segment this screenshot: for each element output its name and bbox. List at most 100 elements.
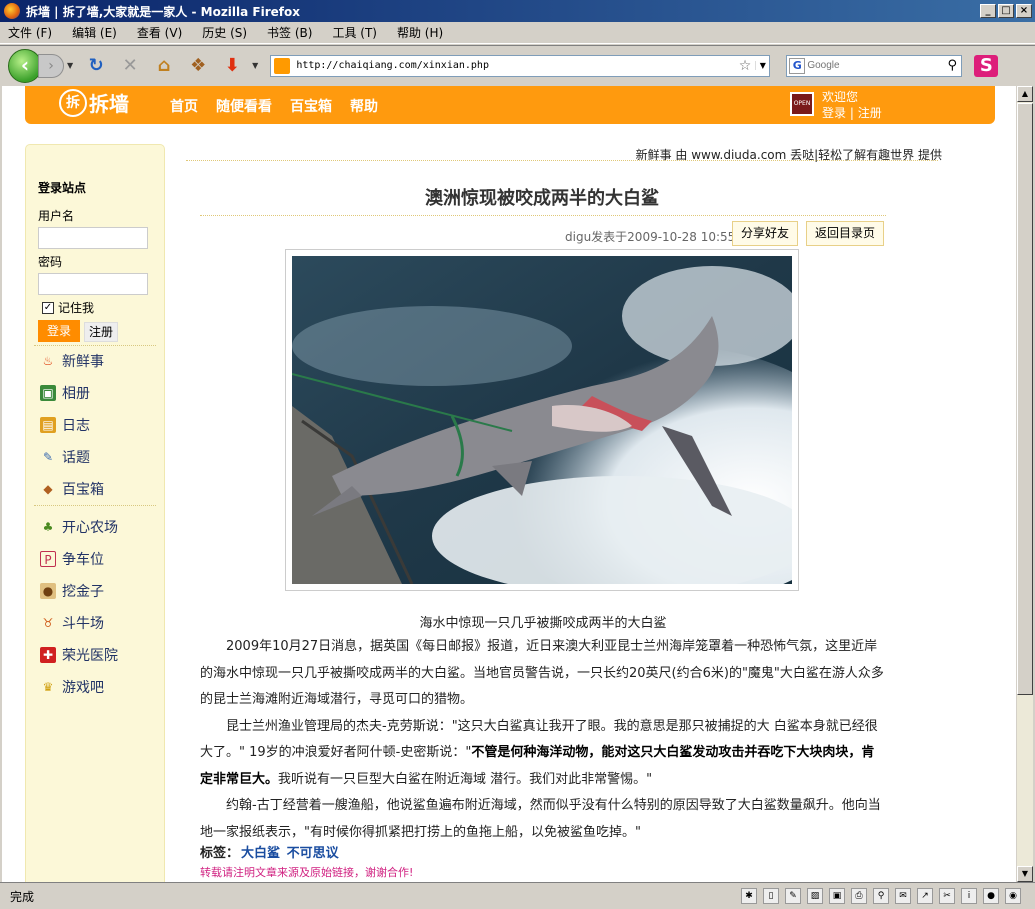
close-button[interactable]: ×	[1016, 4, 1032, 18]
menu-help[interactable]: 帮助 (H)	[397, 24, 443, 41]
url-dropdown-icon[interactable]: ▼	[755, 61, 769, 70]
sidebar-item-label: 百宝箱	[62, 482, 104, 498]
paragraph-text: 我听说有一只巨型大白鲨在附近海域 潜行。我们对此非常警惕。"	[278, 771, 653, 787]
remember-me[interactable]: ✓ 记住我	[42, 299, 94, 316]
remember-checkbox[interactable]: ✓	[42, 301, 54, 314]
stop-icon[interactable]: ✕	[119, 55, 141, 77]
back-arrow-icon[interactable]: ‹	[8, 48, 42, 83]
sidebar-item-news[interactable]: ♨ 新鲜事	[40, 351, 104, 371]
menu-file[interactable]: 文件 (F)	[8, 24, 52, 41]
search-bar[interactable]: G ⚲	[786, 54, 963, 77]
sidebar-item-label: 游戏吧	[62, 680, 104, 696]
mail-icon[interactable]: ✉	[895, 888, 911, 904]
nav-browse[interactable]: 随便看看	[216, 96, 272, 116]
firefox-icon	[4, 3, 20, 19]
sidebar-item-label: 新鲜事	[62, 354, 104, 370]
sidebar-item-hospital[interactable]: ✚ 荣光医院	[40, 645, 118, 665]
back-to-list-button[interactable]: 返回目录页	[806, 221, 884, 246]
chat-icon: ✎	[42, 450, 54, 464]
share-button[interactable]: 分享好友	[732, 221, 798, 246]
scroll-thumb[interactable]	[1017, 103, 1033, 695]
username-input[interactable]	[38, 227, 148, 249]
menu-tools[interactable]: 工具 (T)	[332, 24, 377, 41]
photo-icon: ▣	[40, 385, 56, 401]
vertical-scrollbar[interactable]: ▲ ▼	[1016, 86, 1033, 882]
password-input[interactable]	[38, 273, 148, 295]
bookmark-star-icon[interactable]: ☆	[739, 58, 752, 74]
tools-icon[interactable]: ✂	[939, 888, 955, 904]
sidebar-item-bullfight[interactable]: ♉ 斗牛场	[40, 613, 104, 633]
sidebar-item-label: 荣光医院	[62, 648, 118, 664]
info-icon[interactable]: i	[961, 888, 977, 904]
sidebar-item-album[interactable]: ▣ 相册	[40, 383, 90, 403]
gold-icon: ●	[40, 583, 56, 599]
minimize-button[interactable]: _	[980, 4, 996, 18]
google-icon[interactable]: G	[789, 57, 806, 74]
save-icon[interactable]: ▣	[829, 888, 845, 904]
header-register-link[interactable]: 注册	[858, 106, 882, 120]
tag-link[interactable]: 大白鲨	[241, 846, 280, 861]
bug-icon[interactable]: ✱	[741, 888, 757, 904]
sidebar-item-farm[interactable]: ♣ 开心农场	[40, 517, 118, 537]
site-logo[interactable]: 拆 拆墙	[59, 88, 129, 117]
nav-toolbox[interactable]: 百宝箱	[290, 96, 332, 116]
sidebar-item-blog[interactable]: ▤ 日志	[40, 415, 90, 435]
bull-icon: ♉	[42, 616, 54, 630]
window-titlebar: 拆墙 | 拆了墙,大家就是一家人 - Mozilla Firefox _ □ ×	[0, 0, 1035, 22]
menu-edit[interactable]: 编辑 (E)	[72, 24, 117, 41]
print-icon[interactable]: ⎙	[851, 888, 867, 904]
scroll-down-icon[interactable]: ▼	[1017, 866, 1033, 882]
forward-arrow-icon[interactable]: ›	[38, 53, 64, 78]
article-title: 澳洲惊现被咬成两半的大白鲨	[425, 188, 659, 209]
sidebar-item-games[interactable]: ♛ 游戏吧	[40, 677, 104, 697]
search-icon[interactable]: ⚲	[943, 58, 961, 73]
notebook-icon: ▤	[40, 417, 56, 433]
addon-icon[interactable]: ❖	[187, 55, 209, 77]
logo-text: 拆墙	[89, 92, 129, 116]
s-addon-icon[interactable]: S	[974, 54, 999, 77]
page-icon[interactable]: ▯	[763, 888, 779, 904]
download-icon[interactable]: ⬇	[221, 55, 243, 77]
welcome-text: 欢迎您	[822, 90, 859, 104]
shark-photo	[292, 256, 792, 584]
chart-icon[interactable]: ↗	[917, 888, 933, 904]
image-icon[interactable]: ▨	[807, 888, 823, 904]
stop-sign-icon[interactable]: ●	[983, 888, 999, 904]
article-meta: digu发表于2009-10-28 10:55	[565, 230, 736, 244]
sidebar-item-label: 斗牛场	[62, 616, 104, 632]
article-photo	[285, 249, 799, 591]
tags: 标签： 大白鲨 不可思议	[200, 842, 339, 861]
login-button[interactable]: 登录	[38, 320, 80, 342]
sidebar-item-gold[interactable]: ● 挖金子	[40, 581, 104, 601]
download-dropdown-icon[interactable]: ▼	[252, 61, 258, 70]
home-icon[interactable]: ⌂	[153, 55, 175, 77]
maximize-button[interactable]: □	[998, 4, 1014, 18]
logo-seal-icon: 拆	[59, 88, 87, 117]
reload-icon[interactable]: ↻	[85, 55, 107, 77]
sidebar-title: 登录站点	[38, 181, 87, 195]
zoom-icon[interactable]: ⚲	[873, 888, 889, 904]
tag-link[interactable]: 不可思议	[287, 846, 339, 861]
menu-view[interactable]: 查看 (V)	[137, 24, 182, 41]
menu-bookmarks[interactable]: 书签 (B)	[267, 24, 312, 41]
menu-history[interactable]: 历史 (S)	[202, 24, 247, 41]
scroll-up-icon[interactable]: ▲	[1017, 86, 1033, 102]
sidebar-item-toolbox[interactable]: ◆ 百宝箱	[40, 479, 104, 499]
treasure-icon: ◆	[43, 482, 53, 496]
nav-home[interactable]: 首页	[170, 96, 198, 116]
pencil-icon[interactable]: ✎	[785, 888, 801, 904]
register-button[interactable]: 注册	[84, 322, 118, 342]
remember-label: 记住我	[58, 301, 95, 315]
sidebar-item-label: 话题	[62, 450, 90, 466]
search-input[interactable]	[807, 60, 944, 71]
url-input[interactable]	[296, 60, 739, 71]
nav-help[interactable]: 帮助	[350, 96, 378, 116]
address-bar[interactable]: ☆ ▼	[270, 54, 771, 77]
header-login-link[interactable]: 登录	[822, 106, 846, 120]
sprout-icon: ♣	[42, 520, 54, 534]
history-dropdown-icon[interactable]: ▼	[67, 61, 73, 70]
divider	[186, 160, 938, 161]
firefox-status-icon[interactable]: ◉	[1005, 888, 1021, 904]
sidebar-item-parking[interactable]: P 争车位	[40, 549, 104, 569]
sidebar-item-topics[interactable]: ✎ 话题	[40, 447, 90, 467]
